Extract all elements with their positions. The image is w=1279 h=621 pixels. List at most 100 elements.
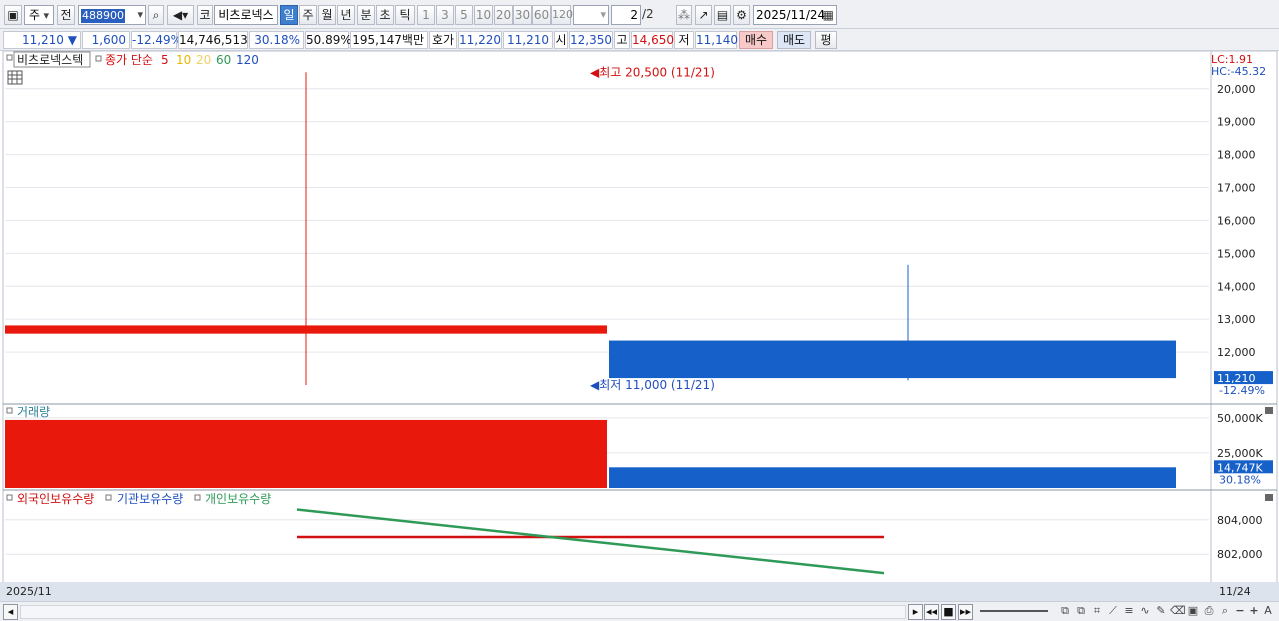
turnover-pct: 30.18%	[249, 31, 304, 49]
chevron-down-icon: ▾	[40, 9, 50, 22]
price-tick-label: 12,000	[1217, 346, 1256, 359]
period-month-button[interactable]: 월	[318, 5, 336, 25]
pane-toggle-icon[interactable]	[105, 494, 112, 501]
zoom-slider[interactable]	[980, 610, 1048, 612]
market-button[interactable]: 코	[197, 5, 213, 25]
print-icon[interactable]: ⎙	[1202, 604, 1216, 620]
price-tick-label: 14,000	[1217, 280, 1256, 293]
period-day-button[interactable]: 일	[280, 5, 298, 25]
volume-value: 14,746,513	[178, 31, 248, 49]
pane-toggle-icon[interactable]	[194, 494, 201, 501]
stop-icon[interactable]: ■	[941, 604, 956, 620]
period-tick-button[interactable]: 틱	[395, 5, 415, 25]
interval-5-button[interactable]: 5	[455, 5, 473, 25]
pane-toggle-icon[interactable]	[6, 54, 13, 61]
pane-close-icon[interactable]	[1265, 494, 1273, 501]
interval-30-button[interactable]: 30	[513, 5, 532, 25]
layout-icon[interactable]: ▣	[4, 5, 22, 25]
open-value: 12,350	[569, 31, 613, 49]
bottom-toolbar: ◂ ▸ ◂◂ ■ ▸▸ ⧉ ⧉ ⌗ ⟋ ≡ ∿ ✎ ⌫ ▣ ⎙ ⌕ − + A	[0, 601, 1279, 621]
eraser-icon[interactable]: ⌫	[1170, 604, 1186, 620]
interval-120-button[interactable]: 120	[551, 5, 573, 25]
legend-foreign-holdings: 외국인보유수량	[17, 492, 94, 506]
pane-toggle-icon[interactable]	[6, 407, 13, 414]
volume-tick-label: 25,000K	[1217, 447, 1263, 460]
draw-tool-icon[interactable]: ↗	[695, 5, 712, 25]
gear-icon[interactable]: ⚙	[733, 5, 750, 25]
ma-legend-label: 종가 단순	[105, 53, 153, 67]
fast-forward-icon[interactable]: ▸▸	[958, 604, 973, 620]
multi-chart-icon[interactable]: ⧉	[1058, 604, 1072, 620]
pane-close-icon[interactable]	[1265, 407, 1273, 414]
date-value: 2025/11/24	[756, 8, 826, 22]
legend-institution-holdings: 기관보유수량	[117, 492, 183, 506]
bid-ask-label: 호가	[429, 31, 457, 49]
zoom-out-icon[interactable]: −	[1234, 604, 1246, 620]
prev-button[interactable]: 전	[57, 5, 75, 25]
text-tool-icon[interactable]: A	[1262, 604, 1274, 620]
bid-value: 11,210	[503, 31, 553, 49]
scroll-left-icon[interactable]: ◂	[3, 604, 18, 620]
interval-60-button[interactable]: 60	[532, 5, 551, 25]
calendar-icon[interactable]: ▦	[823, 6, 834, 24]
pencil-icon[interactable]: ✎	[1154, 604, 1168, 620]
horizontal-scrollbar[interactable]	[20, 605, 906, 619]
low-value: 11,140	[695, 31, 738, 49]
volume-pane-title: 거래량	[17, 405, 50, 419]
quote-bar: 11,210 ▼ 1,600 -12.49% 14,746,513 30.18%…	[0, 29, 1279, 51]
interval-20-button[interactable]: 20	[494, 5, 513, 25]
current-price: 11,210 ▼	[3, 31, 81, 49]
price-tick-label: 20,000	[1217, 83, 1256, 96]
stock-code-input[interactable]: 488900 ▾	[78, 5, 146, 25]
trendline-icon[interactable]: ⟋	[1106, 604, 1120, 620]
page-input[interactable]: 2	[611, 5, 641, 25]
chart-area[interactable]: 12,000 13,000 14,000 15,000 16,000 17,000 18,0…	[0, 50, 1279, 602]
volume-bar	[5, 419, 607, 488]
speaker-icon[interactable]: ◀▾	[167, 5, 194, 25]
interval-10-button[interactable]: 10	[474, 5, 493, 25]
rewind-icon[interactable]: ◂◂	[924, 604, 939, 620]
amount-value: 195,147백만	[350, 31, 428, 49]
crosshair-icon[interactable]: ⌗	[1090, 604, 1104, 620]
change-value: 1,600	[82, 31, 130, 49]
interval-dropdown[interactable]: ▾	[573, 5, 609, 25]
fibonacci-icon[interactable]: ≡	[1122, 604, 1136, 620]
price-tick-label: 16,000	[1217, 214, 1256, 227]
interval-3-button[interactable]: 3	[436, 5, 454, 25]
high-label: 고	[614, 31, 630, 49]
sell-button[interactable]: 매도	[777, 31, 811, 49]
pane-toggle-icon[interactable]	[6, 494, 13, 501]
period-second-button[interactable]: 초	[376, 5, 394, 25]
last-volume-pct-label: 30.18%	[1219, 473, 1261, 486]
period-minute-button[interactable]: 분	[357, 5, 375, 25]
overlay-icon[interactable]: ⧉	[1074, 604, 1088, 620]
search-icon[interactable]: ⌕	[148, 5, 164, 25]
image-icon[interactable]: ▣	[1186, 604, 1200, 620]
table-view-icon[interactable]	[7, 70, 23, 85]
stock-name-field[interactable]: 비츠로넥스	[214, 5, 278, 25]
high-value: 14,650	[631, 31, 674, 49]
wave-icon[interactable]: ∿	[1138, 604, 1152, 620]
period-year-button[interactable]: 년	[337, 5, 355, 25]
holdings-tick-label: 804,000	[1217, 514, 1263, 527]
legend-individual-holdings: 개인보유수량	[205, 492, 271, 506]
hc-label: HC:-45.32	[1211, 65, 1266, 78]
price-tick-label: 19,000	[1217, 116, 1256, 129]
save-icon[interactable]: ▤	[714, 5, 731, 25]
pin-icon[interactable]: ⁂	[676, 5, 692, 25]
holdings-tick-label: 802,000	[1217, 548, 1263, 561]
ma-legend-120: 120	[236, 53, 259, 67]
price-tick-label: 13,000	[1217, 313, 1256, 326]
zoom-icon[interactable]: ⌕	[1218, 604, 1232, 620]
scroll-right-icon[interactable]: ▸	[908, 604, 923, 620]
buy-button[interactable]: 매수	[739, 31, 773, 49]
period-dropdown[interactable]: 주 ▾	[24, 5, 54, 25]
period-week-button[interactable]: 주	[299, 5, 317, 25]
ma-legend-10: 10	[176, 53, 191, 67]
date-input[interactable]: 2025/11/24 ▦	[753, 5, 837, 25]
eval-button[interactable]: 평	[815, 31, 837, 49]
ma-toggle-icon[interactable]	[95, 55, 102, 62]
chart-svg[interactable]: 12,000 13,000 14,000 15,000 16,000 17,000 18,0…	[0, 50, 1279, 602]
interval-1-button[interactable]: 1	[417, 5, 435, 25]
zoom-in-icon[interactable]: +	[1248, 604, 1260, 620]
